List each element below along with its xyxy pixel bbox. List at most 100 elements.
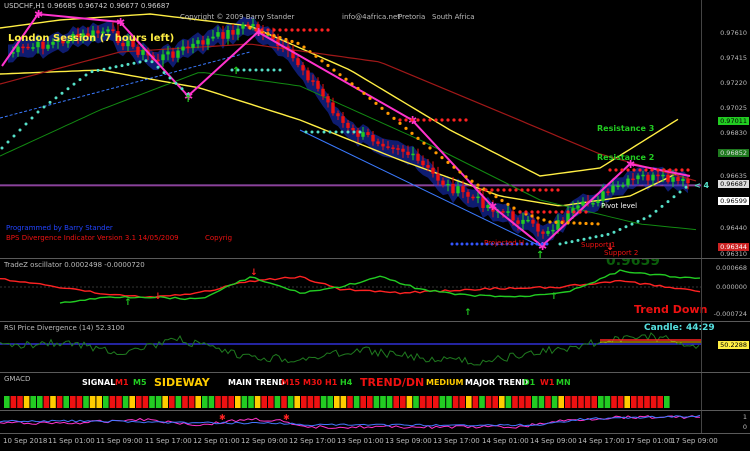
oscillator-axis: 0.000668 0.000000 -0.000724 [701, 259, 750, 321]
orange-dot [344, 77, 348, 81]
gmacd-axis [701, 373, 750, 410]
orange-dot [368, 96, 372, 100]
cyan-dot [0, 146, 4, 150]
red-dot [326, 28, 330, 32]
cyan-dot [12, 134, 16, 138]
candle-body [206, 38, 210, 45]
gmacd-bar [591, 396, 597, 408]
gmacd-pane: GMACD SIGNAL M1 M5 SIDEWAY MAIN TREND M1… [0, 373, 750, 410]
gmacd-bar [103, 396, 109, 408]
orange-dot [386, 111, 390, 115]
gmacd-bar [228, 396, 234, 408]
red-dot [532, 188, 536, 192]
red-dot [638, 168, 642, 172]
orange-dot [266, 32, 270, 36]
cyan-dot [102, 67, 106, 71]
candle-body [331, 102, 335, 114]
blue-dot [545, 242, 549, 246]
oscillator-pane: ↑ ↑ ↑ ↓ ↓ TradeZ oscillator 0.0002498 -0.000… [0, 259, 750, 321]
rsi-label: RSI Price Divergence (14) 52.3100 [4, 324, 125, 332]
candle-body [381, 143, 385, 147]
cyan-dot [144, 59, 148, 63]
time-label: 11 Sep 17:00 [145, 437, 192, 445]
gmacd-bar [122, 396, 129, 408]
cyan-dot [624, 225, 628, 229]
cyan-dot [272, 68, 276, 72]
time-label: 14 Sep 01:00 [482, 437, 529, 445]
candle-body [531, 219, 535, 224]
red-dot [554, 210, 558, 214]
time-label: 13 Sep 17:00 [433, 437, 480, 445]
gmacd-bar [241, 396, 248, 408]
candle-body [31, 47, 35, 49]
rsi-value-tag: 50.2288 [718, 341, 749, 349]
cyan-dot [346, 130, 350, 134]
orange-dot [434, 151, 438, 155]
candle-body [406, 151, 410, 155]
gmacd-bar [307, 396, 314, 408]
cyan-dot [612, 230, 616, 234]
orange-dot [350, 82, 354, 86]
orange-dot [332, 68, 336, 72]
cyan-dot [108, 66, 112, 70]
orange-dot [374, 101, 378, 105]
cyan-dot [642, 217, 646, 221]
gmacd-bar [235, 396, 241, 408]
orange-dot [308, 50, 312, 54]
price-tick: 0.96310 [720, 250, 747, 258]
candle-body [201, 40, 205, 45]
site-text: info@4africa.net [342, 13, 401, 21]
orange-dot [572, 221, 576, 225]
cyan-dot [36, 110, 40, 114]
red-dot [632, 168, 636, 172]
cyan-dot [174, 81, 178, 85]
gmacd-bar [479, 396, 485, 408]
gmacd-bar [380, 396, 386, 408]
gmacd-bar [10, 396, 17, 408]
gmacd-bar [413, 396, 419, 408]
red-dot [278, 28, 282, 32]
candle-body [516, 220, 520, 224]
red-dot [428, 118, 432, 122]
gmacd-bar [142, 396, 149, 408]
cyan-dot [6, 140, 10, 144]
gmacd-bar [367, 396, 373, 408]
gmacd-bars-svg [4, 396, 670, 408]
indicator-line: BPS Divergence Indicator Version 3.1 14/… [6, 234, 179, 242]
gmacd-bar [23, 396, 30, 408]
cyan-dot [138, 60, 142, 64]
price-tick: 0.97415 [720, 54, 747, 62]
red-dot [320, 28, 324, 32]
candle-body [551, 229, 555, 232]
gmacd-bar [116, 396, 122, 408]
red-dot [668, 168, 672, 172]
time-label: 11 Sep 01:00 [48, 437, 95, 445]
candle-body [316, 80, 320, 89]
red-dot [520, 188, 524, 192]
red-dot [496, 188, 500, 192]
orange-dot [494, 195, 498, 199]
orange-dot [338, 73, 342, 77]
red-dot [514, 188, 518, 192]
orange-dot [410, 131, 414, 135]
candle-body [511, 211, 515, 221]
up-arrow-icon: ↑ [232, 66, 240, 77]
candle-body [681, 178, 685, 182]
pivot-tag: 0.96599 [718, 197, 749, 205]
gmacd-bar [439, 396, 446, 408]
candle-body [606, 191, 610, 193]
cyan-dot [42, 105, 46, 109]
candle-body [426, 165, 430, 168]
time-label: 12 Sep 01:00 [193, 437, 240, 445]
orange-dot [590, 222, 594, 226]
gmacd-bar [518, 396, 525, 408]
red-dot [542, 210, 546, 214]
blue-dot [530, 242, 534, 246]
gmacd-bar [551, 396, 558, 408]
candle-body [181, 46, 185, 51]
candle-body [621, 185, 625, 187]
cyan-dot [630, 222, 634, 226]
red-dot [266, 28, 270, 32]
gmacd-bar [155, 396, 162, 408]
gmacd-bar [96, 396, 102, 408]
